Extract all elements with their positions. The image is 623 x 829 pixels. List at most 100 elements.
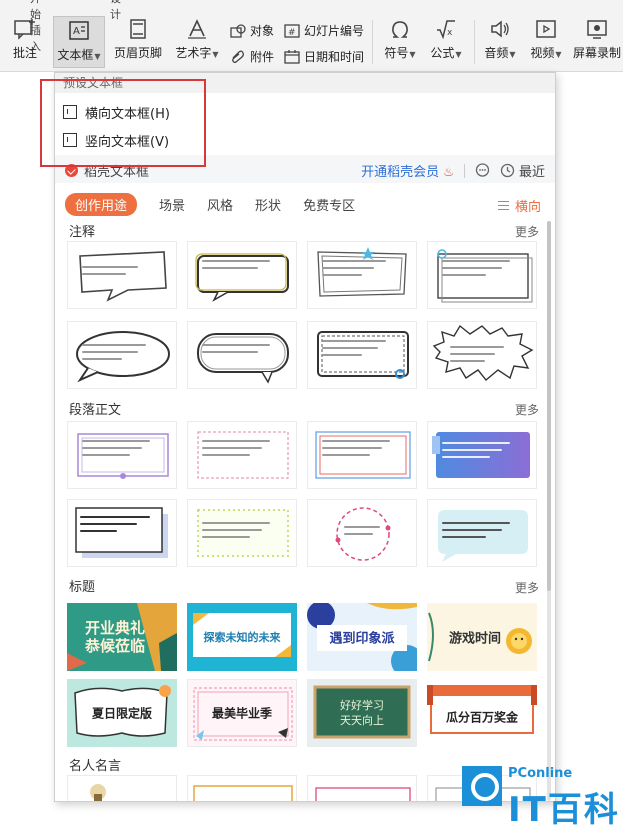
- more-link-paragraph[interactable]: 更多: [515, 401, 539, 418]
- slide-number-icon: #: [284, 23, 300, 38]
- daoke-title: 稻壳文本框: [84, 165, 150, 180]
- panel-scrollbar[interactable]: [547, 221, 551, 801]
- chevron-down-icon: ▼: [555, 50, 562, 59]
- section-title-quotes: 名人名言: [69, 759, 122, 774]
- textbox-icon: A: [69, 21, 89, 40]
- template-card[interactable]: [307, 775, 417, 801]
- art-text-label: 艺术字: [175, 46, 212, 60]
- orientation-label: 横向: [514, 200, 541, 215]
- template-card[interactable]: [187, 241, 297, 309]
- chevron-down-icon: ▼: [455, 50, 462, 59]
- video-button[interactable]: 视频▼: [526, 18, 566, 61]
- template-card[interactable]: [307, 241, 417, 309]
- slide-number-label: 幻灯片编号: [304, 24, 365, 38]
- template-card[interactable]: [187, 499, 297, 567]
- card-title: 游戏时间: [448, 631, 501, 647]
- template-card[interactable]: [67, 241, 177, 309]
- comment-button[interactable]: 批注: [10, 18, 40, 61]
- audio-label: 音频: [484, 46, 509, 60]
- daoke-logo-icon: [65, 164, 78, 177]
- daoke-textbox-bar: 稻壳文本框 开通稻壳会员 ♨ 最近: [55, 155, 555, 183]
- template-card[interactable]: [307, 421, 417, 489]
- template-card[interactable]: 遇到印象派: [307, 603, 417, 671]
- template-card[interactable]: [427, 321, 537, 389]
- formula-icon: x: [437, 20, 455, 40]
- template-card[interactable]: [67, 421, 177, 489]
- date-time-button[interactable]: 日期和时间: [284, 48, 364, 65]
- template-card[interactable]: [187, 321, 297, 389]
- template-card[interactable]: 最美毕业季: [187, 679, 297, 747]
- video-icon: [536, 20, 556, 38]
- quote-thumbnail: [90, 784, 106, 801]
- template-card[interactable]: [187, 421, 297, 489]
- recent-label: 最近: [518, 165, 545, 180]
- calendar-icon: [284, 49, 300, 64]
- template-card[interactable]: [427, 421, 537, 489]
- template-card[interactable]: [187, 775, 297, 801]
- template-card[interactable]: 夏日限定版: [67, 679, 177, 747]
- preset-textbox-header: 预设文本框: [55, 73, 555, 93]
- tab-scene[interactable]: 场景: [159, 195, 185, 214]
- header-footer-icon: [130, 19, 146, 39]
- template-card[interactable]: [67, 321, 177, 389]
- pconline-logo-icon: [462, 766, 502, 806]
- template-card[interactable]: [307, 499, 417, 567]
- more-link-heading[interactable]: 更多: [515, 579, 539, 596]
- template-card[interactable]: 好好学习 天天向上: [307, 679, 417, 747]
- vertical-textbox-label: 竖向文本框(V): [85, 134, 170, 150]
- comment-icon: [14, 19, 35, 40]
- object-label: 对象: [250, 24, 275, 38]
- recent-button[interactable]: 最近: [500, 161, 545, 180]
- watermark-brand: PConline: [508, 766, 573, 781]
- quote-thumbnail: [315, 787, 411, 801]
- template-card[interactable]: [67, 499, 177, 567]
- tab-free-zone[interactable]: 免费专区: [303, 195, 355, 214]
- clock-icon: [500, 163, 515, 178]
- template-card[interactable]: [427, 241, 537, 309]
- template-card[interactable]: [67, 775, 177, 801]
- art-text-icon: [188, 19, 206, 39]
- textbox-dropdown-panel: 预设文本框 横向文本框(H) 竖向文本框(V) 稻壳文本框 开通稻壳会员 ♨ 最…: [54, 72, 556, 802]
- screen-record-icon: [587, 20, 607, 39]
- quote-thumbnail: [193, 785, 293, 801]
- card-title: 开业典礼 恭候莅临: [84, 619, 145, 655]
- orientation-toggle[interactable]: 横向: [497, 196, 541, 215]
- template-card[interactable]: [307, 321, 417, 389]
- card-title: 遇到印象派: [329, 631, 395, 647]
- ribbon-toolbar: 开始插入 设计 批注 A 文本框▼ 页眉页脚 艺术字▼ 对象 附件 # 幻灯片编…: [0, 0, 623, 72]
- more-link-annotation[interactable]: 更多: [515, 223, 539, 240]
- template-card[interactable]: [427, 499, 537, 567]
- chat-icon[interactable]: [475, 163, 490, 178]
- object-icon: [230, 23, 246, 38]
- card-title: 最美毕业季: [211, 706, 272, 721]
- tab-style[interactable]: 风格: [207, 195, 233, 214]
- header-footer-button[interactable]: 页眉页脚: [112, 18, 164, 61]
- attachment-button[interactable]: 附件: [230, 48, 274, 65]
- symbol-button[interactable]: 符号▼: [380, 18, 420, 61]
- tab-creative-use[interactable]: 创作用途: [65, 193, 138, 216]
- textbox-label: 文本框: [57, 48, 94, 62]
- textbox-button[interactable]: A 文本框▼: [53, 16, 105, 68]
- svg-text:#: #: [288, 28, 296, 38]
- template-card[interactable]: 开业典礼 恭候莅临: [67, 603, 177, 671]
- vip-link[interactable]: 开通稻壳会员 ♨: [361, 161, 454, 180]
- slide-number-button[interactable]: # 幻灯片编号: [284, 22, 364, 39]
- tab-shape[interactable]: 形状: [255, 195, 281, 214]
- template-card[interactable]: 游戏时间: [427, 603, 537, 671]
- list-icon: [497, 201, 509, 210]
- vertical-textbox-item[interactable]: 竖向文本框(V): [63, 129, 169, 151]
- audio-button[interactable]: 音频▼: [480, 18, 520, 61]
- horizontal-textbox-item[interactable]: 横向文本框(H): [63, 101, 170, 123]
- scrollbar-thumb[interactable]: [547, 221, 551, 591]
- pconline-watermark: PConline IT百科: [462, 766, 622, 829]
- screen-record-button[interactable]: 屏幕录制: [572, 18, 622, 61]
- watermark-name: IT百科: [508, 790, 620, 829]
- object-button[interactable]: 对象: [230, 22, 274, 39]
- card-title: 好好学习 天天向上: [340, 699, 384, 727]
- symbol-label: 符号: [384, 46, 409, 60]
- template-card[interactable]: 瓜分百万奖金: [427, 679, 537, 747]
- template-card[interactable]: 探索未知的未来: [187, 603, 297, 671]
- formula-button[interactable]: x 公式▼: [426, 18, 466, 61]
- art-text-button[interactable]: 艺术字▼: [172, 18, 222, 61]
- svg-text:x: x: [447, 28, 453, 38]
